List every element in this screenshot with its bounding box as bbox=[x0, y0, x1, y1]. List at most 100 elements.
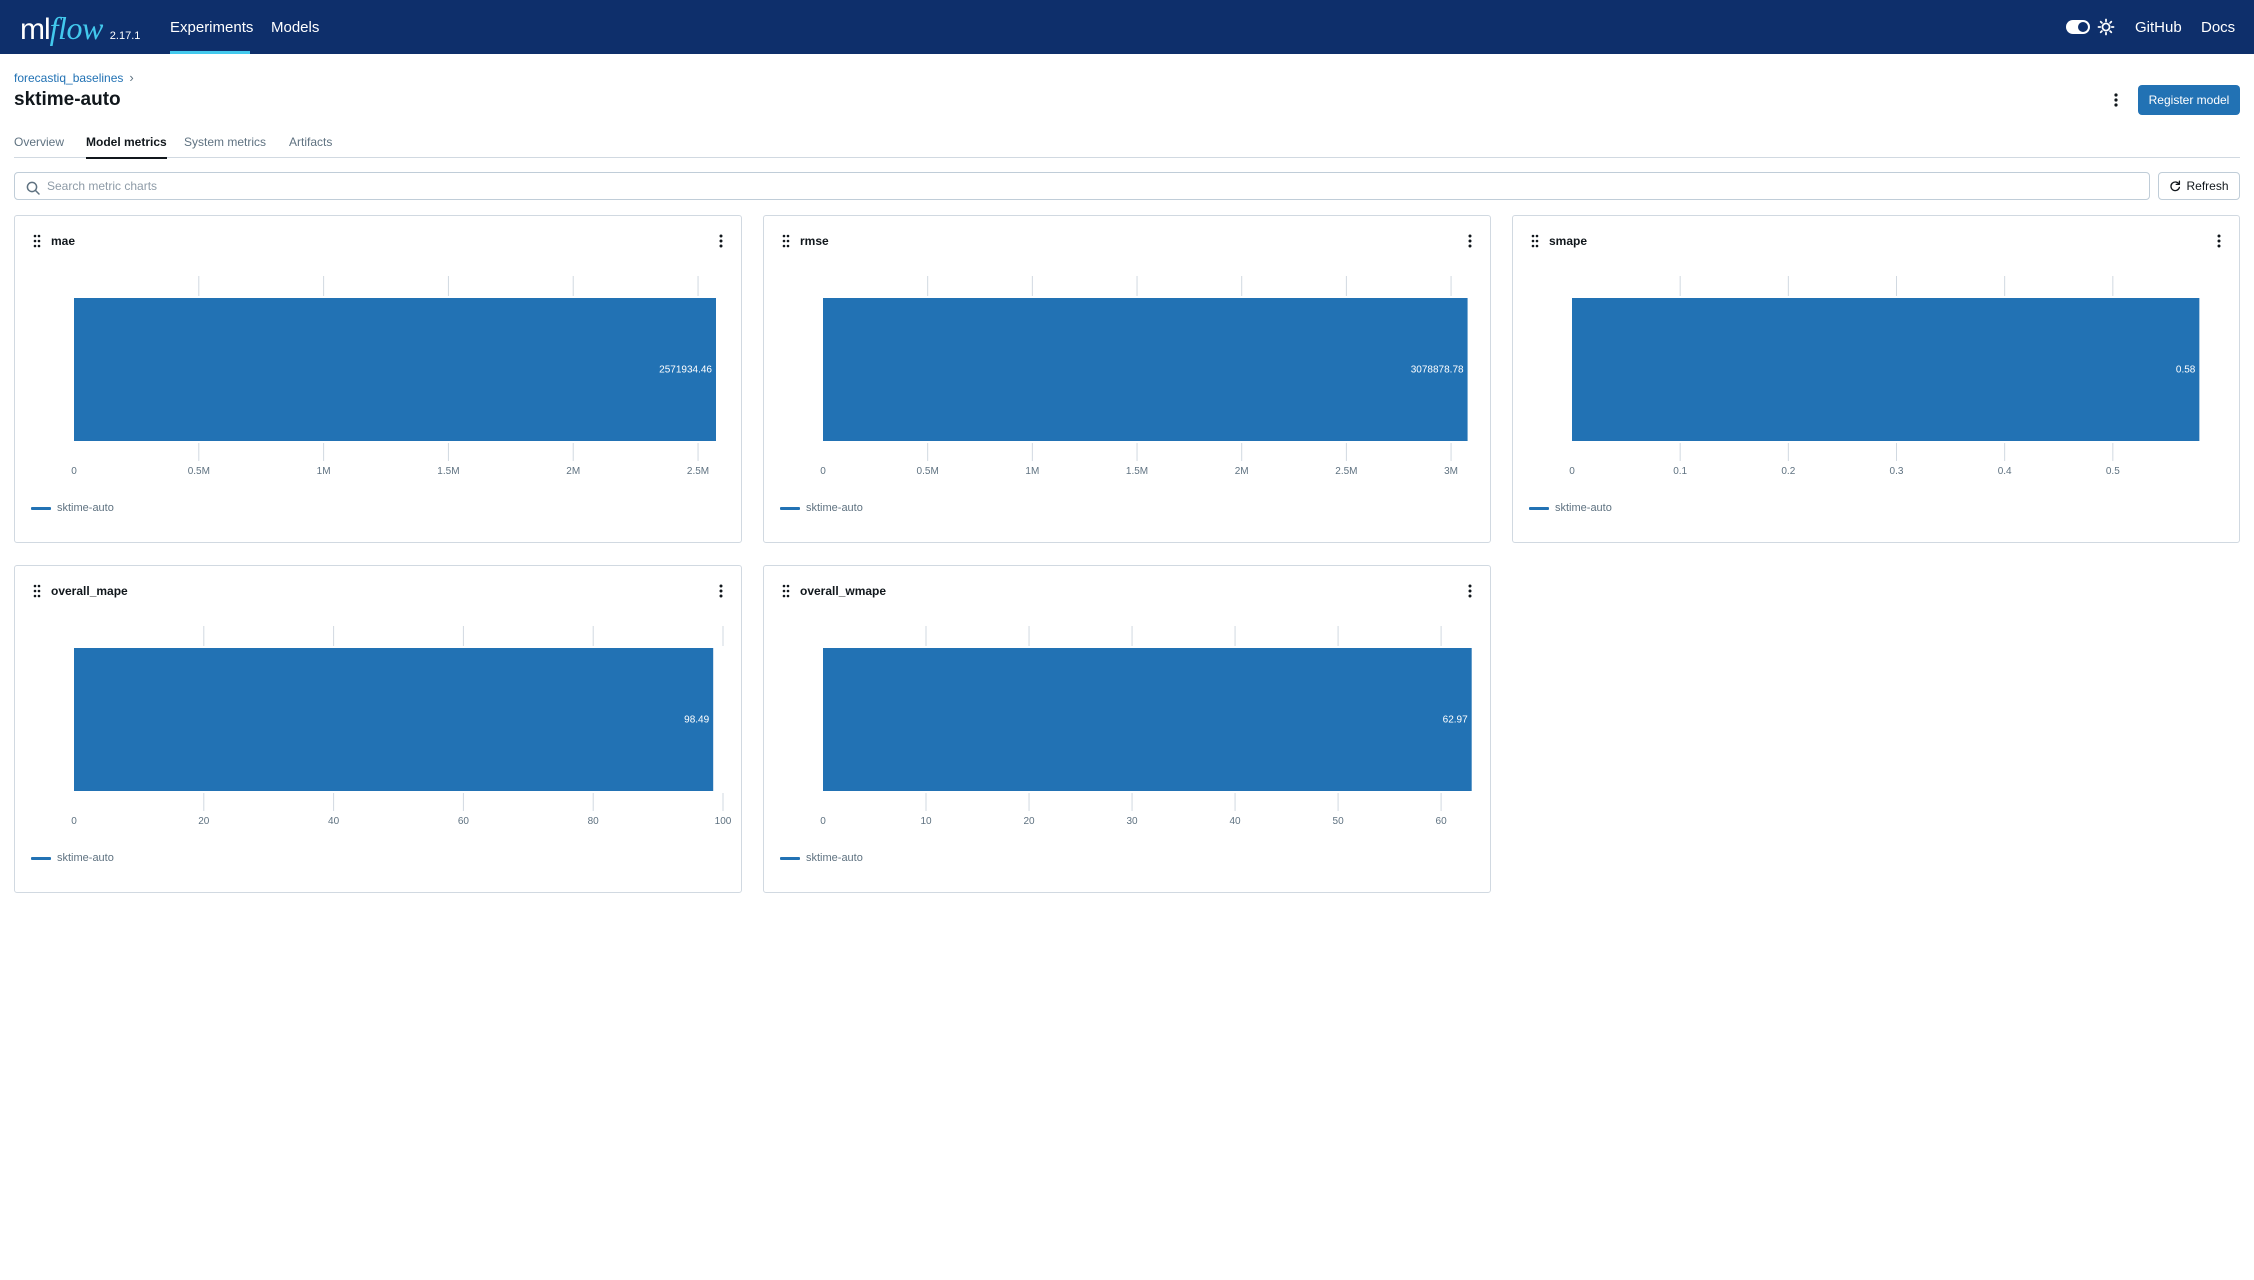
menu-dot bbox=[2217, 244, 2221, 248]
refresh-button[interactable]: Refresh bbox=[2158, 172, 2240, 200]
drag-dot bbox=[782, 244, 786, 248]
legend-label[interactable]: sktime-auto bbox=[806, 852, 863, 864]
breadcrumb-experiment-link[interactable]: forecastiq_baselines bbox=[14, 71, 123, 85]
more-options-icon[interactable] bbox=[2108, 88, 2124, 112]
drag-handle-icon[interactable] bbox=[1530, 234, 1540, 248]
x-tick-label: 30 bbox=[1126, 816, 1138, 827]
drag-dot bbox=[786, 244, 790, 248]
tab-artifacts[interactable]: Artifacts bbox=[289, 130, 332, 158]
nav-docs[interactable]: Docs bbox=[2201, 0, 2235, 54]
x-tick-label: 20 bbox=[198, 816, 210, 827]
drag-dot bbox=[1531, 239, 1535, 243]
bar[interactable] bbox=[74, 298, 716, 441]
logo-ml-text: ml bbox=[20, 13, 51, 46]
bar[interactable] bbox=[823, 648, 1472, 791]
x-tick-label: 2M bbox=[1235, 466, 1249, 477]
chart-card: rmse 0 0.5M 1M 1.5M 2M 2.5M 3M 3078878.78 sktime-… bbox=[763, 215, 1491, 543]
x-tick-label: 1.5M bbox=[1126, 466, 1148, 477]
drag-dot bbox=[33, 589, 37, 593]
x-tick-label: 1.5M bbox=[437, 466, 459, 477]
menu-dot bbox=[719, 594, 723, 598]
nav-experiments[interactable]: Experiments bbox=[170, 0, 253, 54]
menu-dot bbox=[1468, 589, 1472, 593]
menu-dot bbox=[719, 234, 723, 238]
refresh-icon bbox=[2170, 180, 2181, 192]
theme-toggle[interactable] bbox=[2066, 20, 2090, 34]
chart-title: overall_mape bbox=[51, 584, 128, 598]
x-tick-label: 0 bbox=[1569, 466, 1575, 477]
tab-model-metrics[interactable]: Model metrics bbox=[86, 130, 167, 159]
drag-dot bbox=[786, 234, 790, 238]
legend-label[interactable]: sktime-auto bbox=[1555, 502, 1612, 514]
nav-models[interactable]: Models bbox=[271, 0, 319, 54]
legend-label[interactable]: sktime-auto bbox=[806, 502, 863, 514]
chart-title: overall_wmape bbox=[800, 584, 887, 598]
register-model-button[interactable]: Register model bbox=[2138, 85, 2240, 115]
x-tick-label: 0 bbox=[71, 466, 77, 477]
menu-dot bbox=[1468, 244, 1472, 248]
x-tick-label: 40 bbox=[1230, 816, 1242, 827]
bar[interactable] bbox=[823, 298, 1468, 441]
drag-dot bbox=[782, 239, 786, 243]
drag-dot bbox=[782, 234, 786, 238]
page-title: sktime-auto bbox=[14, 89, 121, 110]
drag-dot bbox=[786, 594, 790, 598]
logo-flow-text: flow bbox=[49, 10, 104, 46]
chart-menu-icon[interactable] bbox=[2215, 233, 2223, 249]
bar-chart: 0 20 40 60 80 100 98.49 bbox=[71, 626, 732, 827]
chart-menu-icon[interactable] bbox=[1466, 233, 1474, 249]
menu-dot bbox=[1468, 239, 1472, 243]
x-tick-label: 2.5M bbox=[1335, 466, 1357, 477]
menu-dot bbox=[1468, 594, 1472, 598]
drag-handle-icon[interactable] bbox=[781, 584, 791, 598]
x-tick-label: 0.4 bbox=[1998, 466, 2012, 477]
x-tick-label: 0.5M bbox=[917, 466, 939, 477]
drag-handle-icon[interactable] bbox=[781, 234, 791, 248]
x-tick-label: 0.5 bbox=[2106, 466, 2120, 477]
x-tick-label: 0 bbox=[71, 816, 77, 827]
chart-card: overall_wmape 0 10 20 30 40 50 60 62.97 sktime-au… bbox=[763, 565, 1491, 893]
bar[interactable] bbox=[1572, 298, 2200, 441]
drag-dot bbox=[37, 244, 41, 248]
search-input[interactable] bbox=[47, 177, 2137, 195]
drag-dot bbox=[1531, 234, 1535, 238]
chart-legend: sktime-auto bbox=[31, 852, 114, 864]
legend-swatch bbox=[780, 856, 800, 860]
drag-handle-icon[interactable] bbox=[32, 584, 42, 598]
drag-dot bbox=[33, 244, 37, 248]
x-tick-label: 0 bbox=[820, 466, 826, 477]
x-tick-label: 0.5M bbox=[188, 466, 210, 477]
tab-overview[interactable]: Overview bbox=[14, 130, 64, 158]
chart-menu-icon[interactable] bbox=[717, 583, 725, 599]
drag-dot bbox=[1535, 239, 1539, 243]
drag-dot bbox=[33, 234, 37, 238]
drag-handle-icon[interactable] bbox=[32, 234, 42, 248]
bar-chart: 0 0.5M 1M 1.5M 2M 2.5M 3M 3078878.78 bbox=[820, 276, 1468, 477]
chart-legend: sktime-auto bbox=[780, 502, 863, 514]
refresh-label: Refresh bbox=[2186, 179, 2229, 193]
legend-label[interactable]: sktime-auto bbox=[57, 852, 114, 864]
x-tick-label: 2.5M bbox=[687, 466, 709, 477]
x-tick-label: 60 bbox=[1436, 816, 1448, 827]
drag-dot bbox=[786, 589, 790, 593]
bar-value-label: 0.58 bbox=[2176, 365, 2196, 376]
run-tabs: Overview Model metrics System metrics Ar… bbox=[14, 130, 2240, 159]
bar-chart: 0 10 20 30 40 50 60 62.97 bbox=[820, 626, 1472, 827]
x-tick-label: 0.3 bbox=[1890, 466, 1904, 477]
chart-card: smape 0 0.1 0.2 0.3 0.4 0.5 0.58 sktime-auto bbox=[1512, 215, 2240, 543]
mlflow-logo[interactable]: ml flow 2.17.1 bbox=[20, 8, 140, 48]
tab-system-metrics[interactable]: System metrics bbox=[184, 130, 266, 158]
nav-github[interactable]: GitHub bbox=[2135, 0, 2182, 54]
x-tick-label: 1M bbox=[317, 466, 331, 477]
drag-dot bbox=[37, 589, 41, 593]
menu-dot bbox=[1468, 584, 1472, 588]
drag-dot bbox=[33, 584, 37, 588]
chart-title: smape bbox=[1549, 234, 1588, 248]
chart-menu-icon[interactable] bbox=[717, 233, 725, 249]
legend-swatch bbox=[780, 506, 800, 510]
legend-label[interactable]: sktime-auto bbox=[57, 502, 114, 514]
menu-dot bbox=[719, 244, 723, 248]
bar-value-label: 2571934.46 bbox=[659, 365, 712, 376]
bar[interactable] bbox=[74, 648, 714, 791]
chart-menu-icon[interactable] bbox=[1466, 583, 1474, 599]
